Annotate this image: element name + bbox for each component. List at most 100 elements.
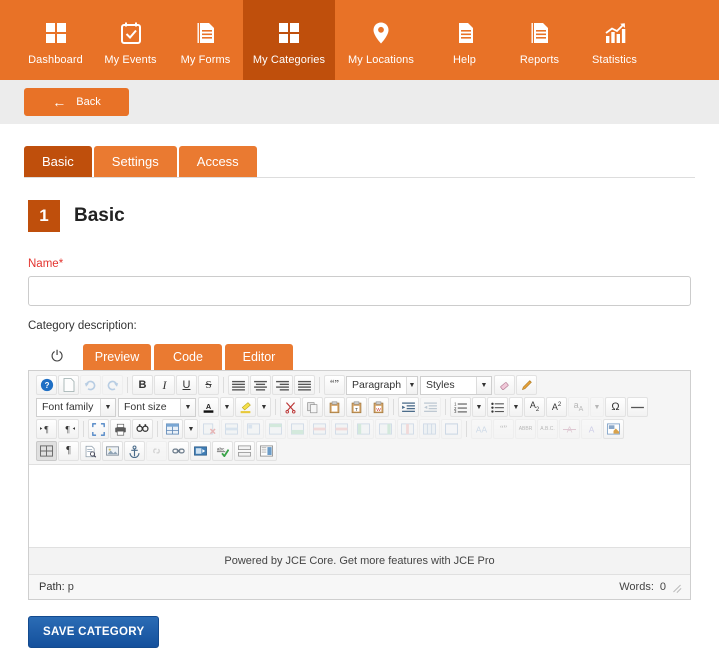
editor-tab-code[interactable]: Code [154,343,222,370]
toolbar-row-4: ¶ abc [31,440,688,462]
insert-link-icon[interactable] [168,441,189,461]
paste-icon[interactable] [324,397,345,417]
text-color-icon[interactable]: A [198,397,219,417]
nav-item-label: Dashboard [28,54,83,66]
insert-template-icon[interactable] [256,441,277,461]
nav-item-my-forms[interactable]: My Forms [168,0,243,80]
svg-text:AA: AA [476,425,488,435]
cut-icon[interactable] [280,397,301,417]
copy-icon[interactable] [302,397,323,417]
editor-tab-editor[interactable]: Editor [225,343,293,370]
show-invisible-characters-icon[interactable]: ¶ [58,441,79,461]
nav-item-my-events[interactable]: My Events [93,0,168,80]
svg-text:A: A [589,425,595,435]
nav-item-help[interactable]: Help [427,0,502,80]
toolbar-separator [466,421,467,437]
paintbrush-icon[interactable] [516,375,537,395]
paragraph-format-select[interactable]: Paragraph ▼ [346,375,418,395]
text-color-chevron-down-icon[interactable]: ▼ [220,397,234,417]
direction-ltr-icon[interactable]: ¶ [36,419,57,439]
grid-layout-icon[interactable] [36,441,57,461]
paste-from-word-icon[interactable]: W [368,397,389,417]
section-header: 1 Basic [28,200,719,232]
fullscreen-icon[interactable] [88,419,109,439]
nav-item-statistics[interactable]: Statistics [577,0,652,80]
underline-icon[interactable]: U [176,375,197,395]
help-icon[interactable]: ? [36,375,57,395]
undo-icon [80,375,101,395]
svg-text:¶: ¶ [65,426,70,435]
nav-item-my-categories[interactable]: My Categories [243,0,335,80]
editor-toolbar: ? B I U S “” Paragraph ▼ Styles ▼ Font f… [29,371,690,464]
highlight-color-icon[interactable] [235,397,256,417]
tab-basic[interactable]: Basic [24,146,92,177]
page-break-icon[interactable] [234,441,255,461]
editor-tab-preview[interactable]: Preview [83,343,151,370]
nav-item-dashboard[interactable]: Dashboard [18,0,93,80]
insert-table-icon[interactable] [162,419,183,439]
editor-content-area[interactable] [29,464,690,548]
numbered-list-chevron-down-icon[interactable]: ▼ [472,397,486,417]
styles-select-value: Styles [426,379,455,391]
back-button[interactable]: ← Back [24,88,129,116]
subscript-icon[interactable]: A2 [524,397,545,417]
new-document-icon[interactable] [58,375,79,395]
svg-text:?: ? [44,381,49,390]
styles-select[interactable]: Styles ▼ [420,375,492,395]
name-input[interactable] [28,276,691,306]
tab-settings[interactable]: Settings [93,146,177,177]
italic-icon[interactable]: I [154,375,175,395]
bulleted-list-chevron-down-icon[interactable]: ▼ [509,397,523,417]
split-cells-icon [397,419,418,439]
required-marker: * [58,258,64,270]
insert-column-after-icon [353,419,374,439]
font-size-select[interactable]: Font size ▼ [118,397,196,417]
font-family-select[interactable]: Font family ▼ [36,397,116,417]
print-icon[interactable] [110,419,131,439]
align-left-icon[interactable] [228,375,249,395]
font-family-value: Font family [42,401,94,413]
toolbar-separator [157,421,158,437]
insert-anchor-icon[interactable] [124,441,145,461]
spellcheck-icon[interactable]: abc [212,441,233,461]
direction-rtl-icon[interactable]: ¶ [58,419,79,439]
nav-item-reports[interactable]: Reports [502,0,577,80]
eraser-icon[interactable] [494,375,515,395]
bulleted-list-icon[interactable] [487,397,508,417]
superscript-icon[interactable]: A2 [546,397,567,417]
grid-icon [277,18,301,48]
bold-icon[interactable]: B [132,375,153,395]
indent-icon[interactable] [398,397,419,417]
toolbar-row-3: ¶ ¶ ▼ AA “” ABBR A.B.C. A [31,418,688,440]
tab-access[interactable]: Access [178,146,257,177]
paste-as-text-icon[interactable]: T [346,397,367,417]
align-justify-icon[interactable] [294,375,315,395]
highlight-color-chevron-down-icon[interactable]: ▼ [257,397,271,417]
toolbar-separator [319,377,320,393]
numbered-list-icon[interactable]: 123 [450,397,471,417]
paragraph-format-value: Paragraph [352,379,402,391]
document-preview-icon[interactable] [80,441,101,461]
power-icon[interactable]: ⏻ [34,342,80,370]
insert-media-icon[interactable] [190,441,211,461]
main-navigation: Dashboard My Events My Forms My Categori… [0,0,719,80]
nav-item-my-locations[interactable]: My Locations [335,0,427,80]
delete-column-icon [375,419,396,439]
arrow-left-icon: ← [52,94,67,110]
back-toolbar: ← Back [0,80,719,124]
character-map-icon[interactable]: Ω [605,397,626,417]
editor-tab-row: ⏻ Preview Code Editor [28,340,691,370]
horizontal-rule-icon[interactable] [627,397,648,417]
align-right-icon[interactable] [272,375,293,395]
editor-resize-handle[interactable] [672,582,682,592]
save-category-button[interactable]: SAVE CATEGORY [28,616,160,648]
chevron-down-icon: ▼ [406,376,417,394]
align-center-icon[interactable] [250,375,271,395]
insert-image-icon[interactable] [102,441,123,461]
insert-column-before-icon [331,419,352,439]
search-replace-icon[interactable] [132,419,153,439]
strikethrough-icon[interactable]: S [198,375,219,395]
blockquote-icon[interactable]: “” [324,375,345,395]
insert-article-icon[interactable] [603,419,624,439]
insert-table-chevron-down-icon[interactable]: ▼ [184,419,198,439]
